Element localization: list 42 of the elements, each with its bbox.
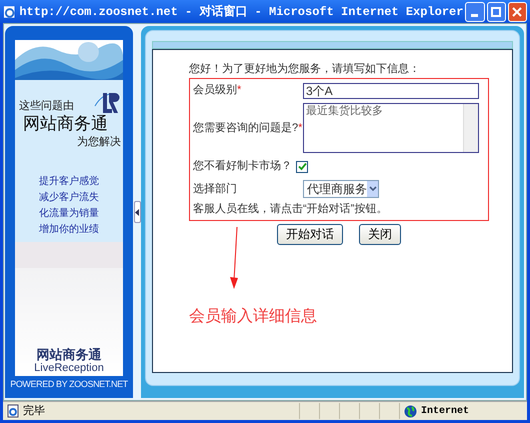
sidebar-link[interactable]: 增加你的业绩 <box>39 222 99 236</box>
field-label: 您需要咨询的问题是?* <box>193 122 302 134</box>
close-icon <box>512 6 522 16</box>
maximize-button[interactable] <box>486 2 506 22</box>
sidebar-link[interactable]: 减少客户流失 <box>39 190 99 204</box>
globe-icon <box>404 404 417 418</box>
dialog-button[interactable]: 关闭 <box>359 224 401 244</box>
intro-text: 这些问题由 <box>19 98 74 114</box>
brand-title: 网站商务通 <box>22 114 109 134</box>
minimize-button[interactable] <box>465 2 485 22</box>
dialog-button[interactable]: 开始对话 <box>277 224 343 244</box>
field-label: 您不看好制卡市场？ <box>193 158 292 174</box>
page-icon <box>6 404 20 418</box>
footer-brand: 网站商务通 <box>36 348 102 362</box>
annotation-text: 会员输入详细信息 <box>189 306 318 326</box>
lr-logo-icon <box>93 90 121 114</box>
department-select[interactable]: 代理商服务 <box>303 180 379 198</box>
close-button[interactable] <box>508 2 527 22</box>
scrollbar[interactable] <box>463 104 478 152</box>
notice-text: 客服人员在线，请点击“开始对话”按钮。 <box>193 202 388 217</box>
annotation-arrow <box>229 226 241 288</box>
sidebar-link[interactable]: 提升客户感觉 <box>39 174 99 188</box>
checkbox[interactable] <box>296 160 308 172</box>
ie-icon <box>3 4 16 18</box>
field-label: 选择部门 <box>193 182 237 195</box>
tagline: 为您解决 <box>77 135 121 150</box>
footer-subtitle: LiveReception <box>34 362 104 374</box>
field-label: 会员级别* <box>193 84 242 96</box>
text-field[interactable]: 3个A <box>303 82 479 98</box>
collapse-handle[interactable] <box>134 201 140 223</box>
powered-by-text: POWERED BY ZOOSNET.NET <box>9 379 129 390</box>
maximize-icon <box>491 6 502 16</box>
sidebar-link[interactable]: 化流量为销量 <box>39 206 99 220</box>
textarea-text: 最近集货比较多 <box>305 104 384 119</box>
window-title: http://com.zoosnet.net - 对话窗口 - Microsoft Internet Explorer <box>19 4 464 20</box>
zone-text: Internet <box>421 404 470 418</box>
left-arrow-icon <box>134 208 140 216</box>
status-text: 完毕 <box>23 404 46 419</box>
textarea-field[interactable]: 最近集货比较多 <box>303 103 479 153</box>
check-icon <box>298 162 306 171</box>
minimize-icon <box>470 14 478 17</box>
greeting-text: 您好！为了更好地为您服务，请填写如下信息： <box>189 62 421 76</box>
